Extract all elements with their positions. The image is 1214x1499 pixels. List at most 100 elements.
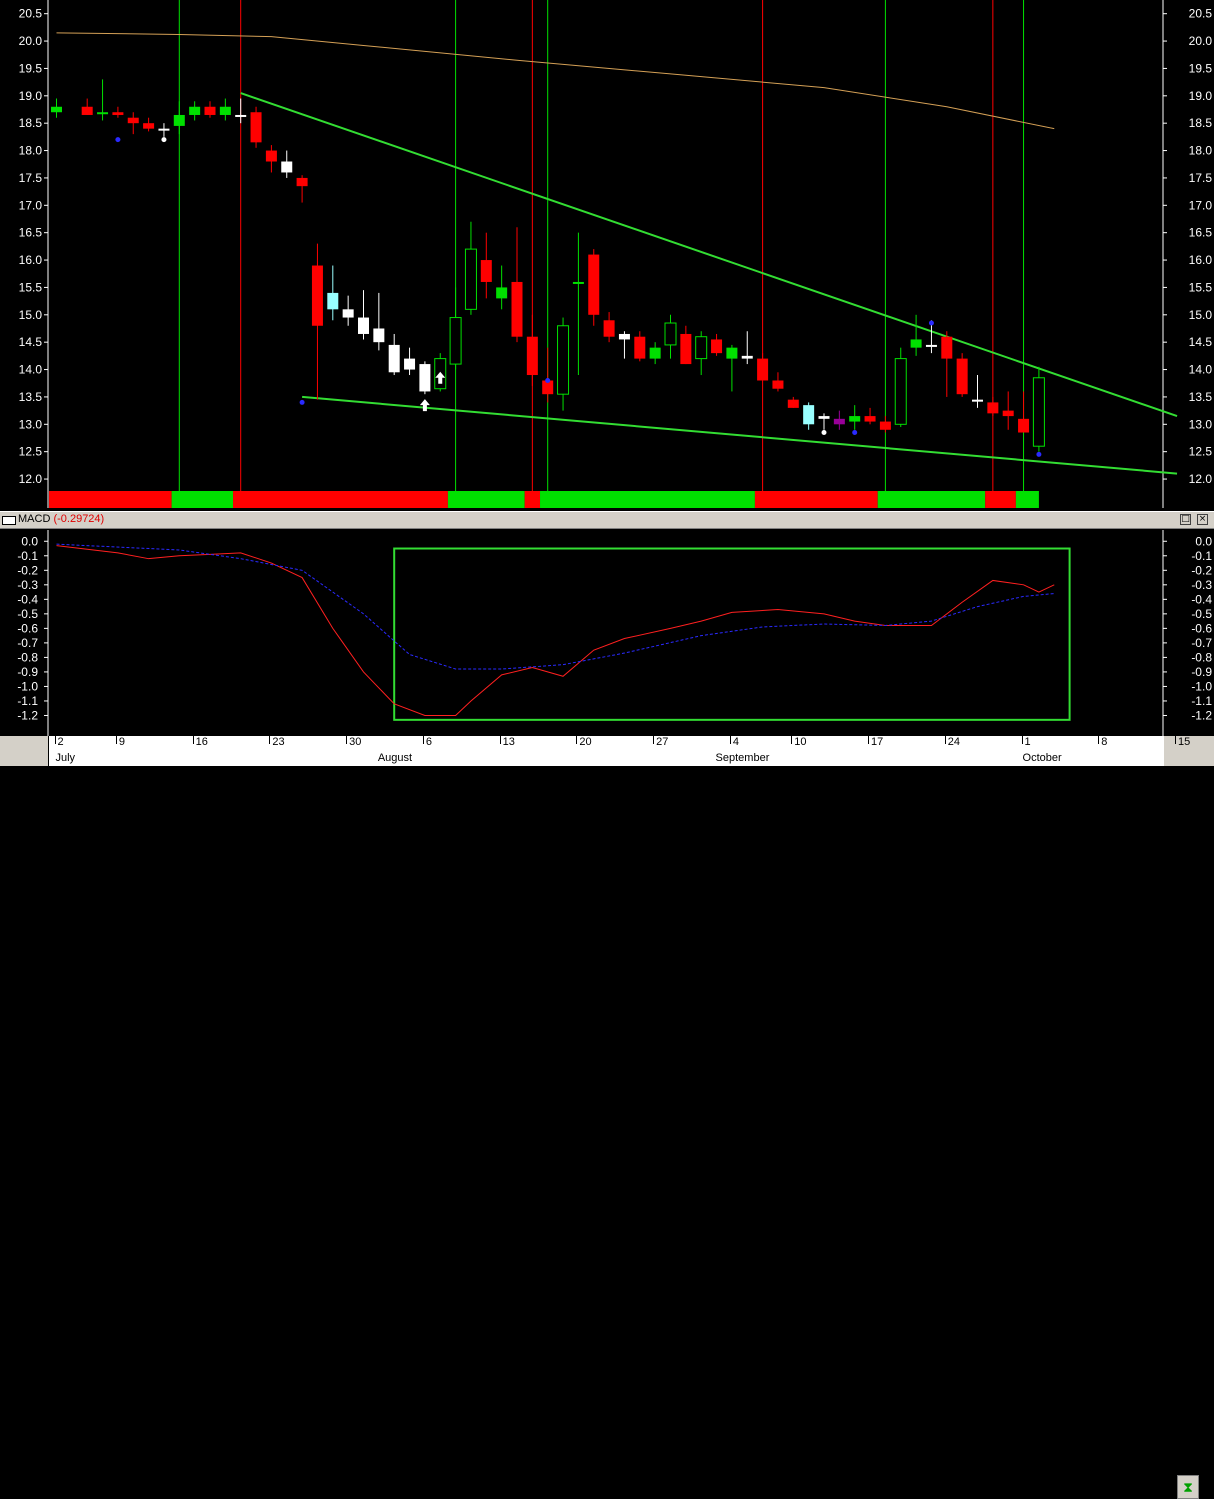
candle-body xyxy=(404,358,416,370)
candle-body xyxy=(358,317,369,334)
macd-tick-label-left: -0.1 xyxy=(17,549,38,563)
macd-tick-label-left: -0.2 xyxy=(17,563,38,577)
candle-body xyxy=(588,254,600,315)
up-arrow-icon xyxy=(419,399,430,412)
time-tick-mark xyxy=(192,736,194,744)
y-tick-label-right: 16.0 xyxy=(1189,253,1213,267)
candle-body xyxy=(757,358,769,381)
month-label: August xyxy=(377,752,413,764)
candle-body xyxy=(143,123,155,129)
time-tick-label: 13 xyxy=(502,736,515,748)
regime-segment xyxy=(985,491,1016,508)
y-tick-label-left: 13.5 xyxy=(19,390,43,404)
time-tick-mark xyxy=(576,736,578,744)
signal-dot xyxy=(115,137,121,143)
macd-tick-label-left: -0.7 xyxy=(17,636,38,650)
macd-tick-label-left: -0.3 xyxy=(17,578,38,592)
time-tick-label: 1 xyxy=(1024,736,1031,748)
candle-body xyxy=(327,292,339,310)
macd-tick-label-right: -0.1 xyxy=(1191,549,1212,563)
macd-tick-label-left: -1.1 xyxy=(17,694,38,708)
candle-body xyxy=(634,336,646,359)
candle-body xyxy=(173,114,185,126)
macd-tick-label-right: 0.0 xyxy=(1195,534,1212,548)
candle-body xyxy=(664,322,677,346)
restore-icon[interactable]: □ xyxy=(1180,514,1191,525)
time-tick-label: 9 xyxy=(118,736,126,748)
candle-body xyxy=(711,339,723,354)
candle-body xyxy=(572,281,584,284)
candle-body xyxy=(250,112,262,143)
y-tick-label-left: 16.0 xyxy=(19,253,43,267)
y-tick-label-right: 13.5 xyxy=(1189,390,1213,404)
time-tick-mark xyxy=(791,736,793,744)
candle-body xyxy=(281,161,293,173)
candle-body xyxy=(787,399,799,408)
candle-body xyxy=(894,358,907,425)
candle-body xyxy=(695,336,708,360)
candle-body xyxy=(879,421,891,430)
y-tick-label-right: 16.5 xyxy=(1189,226,1213,240)
candle-body xyxy=(1032,377,1045,447)
macd-tick-label-right: -0.3 xyxy=(1191,578,1212,592)
y-tick-label-left: 20.0 xyxy=(19,34,43,48)
y-tick-label-right: 14.5 xyxy=(1189,335,1213,349)
time-tick-mark xyxy=(54,736,56,744)
regime-segment xyxy=(754,491,878,508)
signal-dot xyxy=(1036,451,1042,457)
regime-segment xyxy=(1015,491,1039,508)
time-tick-label: 4 xyxy=(732,736,740,748)
time-tick-label: 15 xyxy=(1178,736,1191,748)
close-icon[interactable]: × xyxy=(1197,514,1208,525)
time-tick-mark xyxy=(269,736,271,744)
y-tick-label-right: 20.0 xyxy=(1189,34,1213,48)
signal-dot xyxy=(161,137,167,143)
candle-body xyxy=(112,112,124,115)
time-tick-label: 17 xyxy=(871,736,884,748)
macd-label: MACD xyxy=(18,513,51,525)
y-tick-label-left: 12.5 xyxy=(19,445,43,459)
y-tick-label-left: 18.0 xyxy=(19,144,43,158)
macd-tick-label-right: -1.2 xyxy=(1191,708,1212,722)
signal-dot xyxy=(928,320,934,326)
y-tick-label-right: 12.5 xyxy=(1189,445,1213,459)
macd-tick-label-right: -1.1 xyxy=(1191,694,1212,708)
candle-body xyxy=(972,399,983,402)
candle-body xyxy=(941,336,953,359)
candle-body xyxy=(81,106,93,115)
time-tick-label: 20 xyxy=(579,736,592,748)
candle-body xyxy=(803,405,815,425)
time-tick-label: 8 xyxy=(1101,736,1108,748)
macd-tick-label-left: -0.5 xyxy=(17,607,38,621)
time-tick-label: 30 xyxy=(349,736,362,748)
macd-tick-label-left: -0.4 xyxy=(17,592,38,606)
macd-tick-label-left: -0.8 xyxy=(17,650,38,664)
candle-body xyxy=(864,416,876,422)
y-tick-label-right: 12.0 xyxy=(1189,472,1213,486)
signal-dot xyxy=(299,399,305,405)
y-tick-label-left: 19.0 xyxy=(19,89,43,103)
macd-tick-label-right: -0.6 xyxy=(1191,621,1212,635)
time-tick-label: 27 xyxy=(656,736,669,748)
candle-body xyxy=(618,333,630,340)
macd-line xyxy=(56,545,1055,716)
macd-highlight-box xyxy=(393,547,1071,721)
y-tick-label-right: 18.5 xyxy=(1189,116,1213,130)
candle-body xyxy=(97,112,109,115)
trendline xyxy=(240,92,1178,418)
y-tick-label-right: 20.5 xyxy=(1189,7,1213,21)
y-tick-label-left: 18.5 xyxy=(19,116,43,130)
macd-tick-label-right: -0.4 xyxy=(1191,592,1212,606)
y-tick-label-left: 19.5 xyxy=(19,61,43,75)
time-axis-labels: 2 9 16 23 30 6 13 20 27 4 10 17 24 1 8 15 July August Sept… xyxy=(48,736,1190,766)
time-tick-mark xyxy=(346,736,348,744)
month-label: September xyxy=(715,752,770,764)
time-tick-mark xyxy=(868,736,870,744)
candle-body xyxy=(388,344,400,373)
y-tick-label-left: 15.0 xyxy=(19,308,43,322)
candle-body xyxy=(526,336,538,376)
candle-body xyxy=(1018,418,1030,433)
time-tick-mark xyxy=(1098,736,1100,744)
hourglass-icon[interactable]: ⧗ xyxy=(1177,1475,1199,1499)
y-tick-label-right: 17.5 xyxy=(1189,171,1213,185)
